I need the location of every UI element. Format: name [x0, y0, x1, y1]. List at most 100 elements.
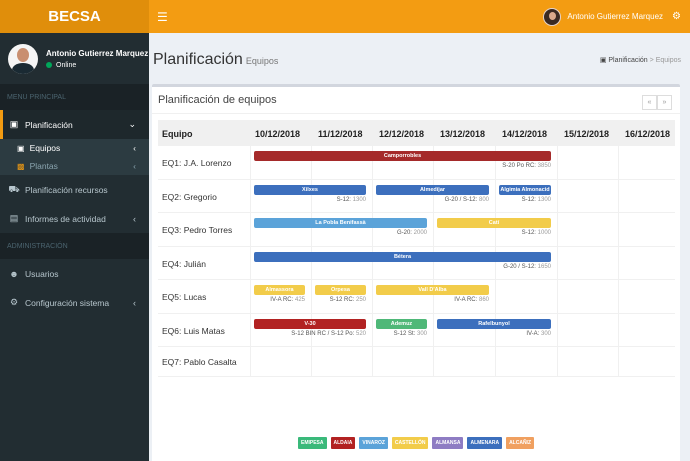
schedule-event[interactable]: Camporrobles S-20 Po RC: 3850	[254, 151, 551, 169]
chevron-left-icon: ‹	[133, 161, 136, 171]
schedule-event[interactable]: V-30 S-12 BIN RC / S-12 Po: 520	[254, 319, 366, 337]
page-title-text: Planificación	[153, 51, 243, 68]
schedule-event[interactable]: Ademuz S-12 St: 300	[376, 319, 427, 337]
event-amount: 1300	[352, 197, 366, 203]
event-detail: S-12: 1000	[437, 230, 551, 236]
schedule-event[interactable]: Almedíjar G-20 / S-12: 800	[376, 185, 489, 203]
sidebar-item-informes[interactable]: ▤ Informes de actividad ‹	[0, 204, 149, 233]
legend-badge: ALMANSA	[432, 437, 464, 449]
breadcrumb-home[interactable]: Planificación	[608, 57, 647, 64]
chevron-left-icon: ‹	[133, 213, 136, 224]
team-name: EQ4: Julián	[162, 258, 206, 269]
event-detail: S-20 Po RC: 3850	[254, 163, 551, 169]
table-row: EQ5: Lucas Almassora IV-A RC: 425 Orpesa S-1…	[158, 280, 675, 314]
sidebar-item-plantas[interactable]: ▩ Plantas ‹	[0, 157, 149, 175]
calendar-icon: ▣	[599, 57, 607, 64]
table-row: EQ7: Pablo Casalta	[158, 347, 675, 377]
user-avatar	[8, 43, 38, 74]
status-label: Online	[56, 61, 77, 69]
sidebar-item-label: Planificación recursos	[25, 184, 108, 195]
topbar-user-name: Antonio Gutierrez Marquez	[567, 12, 664, 21]
column-header: 16/12/2018	[625, 129, 671, 139]
app-logo[interactable]: BECSA	[0, 0, 149, 33]
legend: EMIPESA ALDAIA VINAROZ CASTELLÓN ALMANSA ALME…	[152, 437, 680, 449]
next-week-button[interactable]: »	[657, 95, 672, 110]
schedule-event[interactable]: Orpesa S-12 RC: 250	[315, 285, 366, 303]
prev-week-button[interactable]: «	[642, 95, 657, 110]
event-title: Camporrobles	[254, 151, 551, 161]
event-detail-label: G-20 / S-12:	[503, 264, 538, 270]
sidebar-item-usuarios[interactable]: ☻ Usuarios	[0, 259, 149, 288]
sidebar-item-label: Informes de actividad	[25, 213, 106, 224]
page-title: Planificación Equipos	[153, 51, 278, 69]
user-name: Antonio Gutierrez Marquez	[46, 48, 149, 58]
schedule-event[interactable]: Algimia Almonacid S-12: 1300	[499, 185, 551, 203]
sidebar-item-planificacion[interactable]: ▣ Planificación ⌄	[0, 110, 149, 139]
page-subtitle: Equipos	[245, 56, 279, 66]
event-amount: 1650	[537, 264, 551, 270]
box-title: Planificación de equipos	[158, 94, 277, 106]
team-name: EQ1: J.A. Lorenzo	[162, 158, 232, 168]
event-amount: 250	[355, 297, 366, 303]
event-detail: S-12 BIN RC / S-12 Po: 520	[254, 331, 366, 337]
bar-chart-icon: ▩	[17, 161, 25, 171]
event-detail-label: S-12:	[521, 230, 538, 236]
event-title: Ademuz	[376, 319, 427, 329]
legend-badge: CASTELLÓN	[391, 437, 429, 449]
gears-icon[interactable]: ⚙	[672, 11, 681, 22]
event-detail: IV-A RC: 860	[376, 297, 489, 303]
event-detail-label: IV-A RC:	[270, 297, 295, 303]
schedule-event[interactable]: Rafelbunyol IV-A: 300	[437, 319, 551, 337]
user-panel: Antonio Gutierrez Marquez Online	[0, 33, 149, 84]
event-amount: 520	[355, 331, 366, 337]
table-row: EQ3: Pedro Torres La Pobla Benifassà G-20:…	[158, 213, 675, 247]
schedule-event[interactable]: La Pobla Benifassà G-20: 2000	[254, 218, 427, 236]
event-amount: 300	[416, 331, 427, 337]
event-detail: S-12 St: 300	[376, 331, 427, 337]
chevron-left-icon: ‹	[133, 297, 136, 308]
event-amount: 1300	[537, 197, 551, 203]
sidebar-item-configuracion[interactable]: ⚙ Configuración sistema ‹	[0, 288, 149, 317]
sidebar-item-label: Plantas	[29, 161, 58, 171]
column-header: 13/12/2018	[440, 129, 486, 139]
event-title: Xilxes	[254, 185, 366, 195]
event-title: Orpesa	[315, 285, 366, 295]
sidebar-item-equipos[interactable]: ▣ Equipos ‹	[0, 139, 149, 157]
gears-icon: ⚙	[9, 297, 19, 307]
sidebar-item-label: Usuarios	[25, 268, 59, 279]
schedule-event[interactable]: Catí S-12: 1000	[437, 218, 551, 236]
event-detail: IV-A: 300	[437, 331, 551, 337]
hamburger-icon[interactable]: ☰	[157, 10, 168, 24]
column-header: 15/12/2018	[564, 129, 610, 139]
team-name: EQ6: Luis Matas	[162, 325, 225, 336]
event-title: La Pobla Benifassà	[254, 218, 427, 228]
event-detail: S-12: 1300	[499, 197, 551, 203]
event-amount: 860	[478, 297, 489, 303]
sidebar-item-label: Equipos	[29, 143, 61, 153]
team-name: EQ7: Pablo Casalta	[162, 357, 237, 367]
top-navbar: ☰ Antonio Gutierrez Marquez ⚙	[149, 0, 690, 33]
event-detail-label: S-12 RC:	[329, 297, 356, 303]
breadcrumb-current: Equipos	[655, 57, 681, 64]
breadcrumb-separator: >	[649, 57, 654, 64]
event-amount: 1000	[537, 230, 551, 236]
column-header: 12/12/2018	[379, 129, 425, 139]
table-row: EQ4: Julián Bétera G-20 / S-12: 1650	[158, 247, 675, 280]
schedule-event[interactable]: Vall D'Alba IV-A RC: 860	[376, 285, 489, 303]
truck-icon: ⛟	[8, 183, 20, 194]
event-title: V-30	[254, 319, 366, 329]
event-amount: 3850	[537, 163, 551, 169]
schedule-event[interactable]: Xilxes S-12: 1300	[254, 185, 366, 203]
team-name: EQ3: Pedro Torres	[162, 225, 233, 235]
sidebar-item-recursos[interactable]: ⛟ Planificación recursos	[0, 175, 149, 204]
user-status: Online	[46, 62, 148, 69]
event-title: Almassora	[254, 285, 305, 295]
planning-box: Planificación de equipos « » Equipo 10/12…	[152, 84, 680, 461]
event-amount: 2000	[413, 230, 427, 236]
line-chart-icon: ▤	[9, 213, 19, 223]
schedule-event[interactable]: Almassora IV-A RC: 425	[254, 285, 305, 303]
event-amount: 300	[540, 331, 551, 337]
user-menu[interactable]: Antonio Gutierrez Marquez ⚙	[543, 7, 690, 26]
schedule-event[interactable]: Bétera G-20 / S-12: 1650	[254, 252, 551, 270]
schedule-table: Equipo 10/12/2018 11/12/2018 12/12/2018 13/1…	[158, 120, 675, 377]
